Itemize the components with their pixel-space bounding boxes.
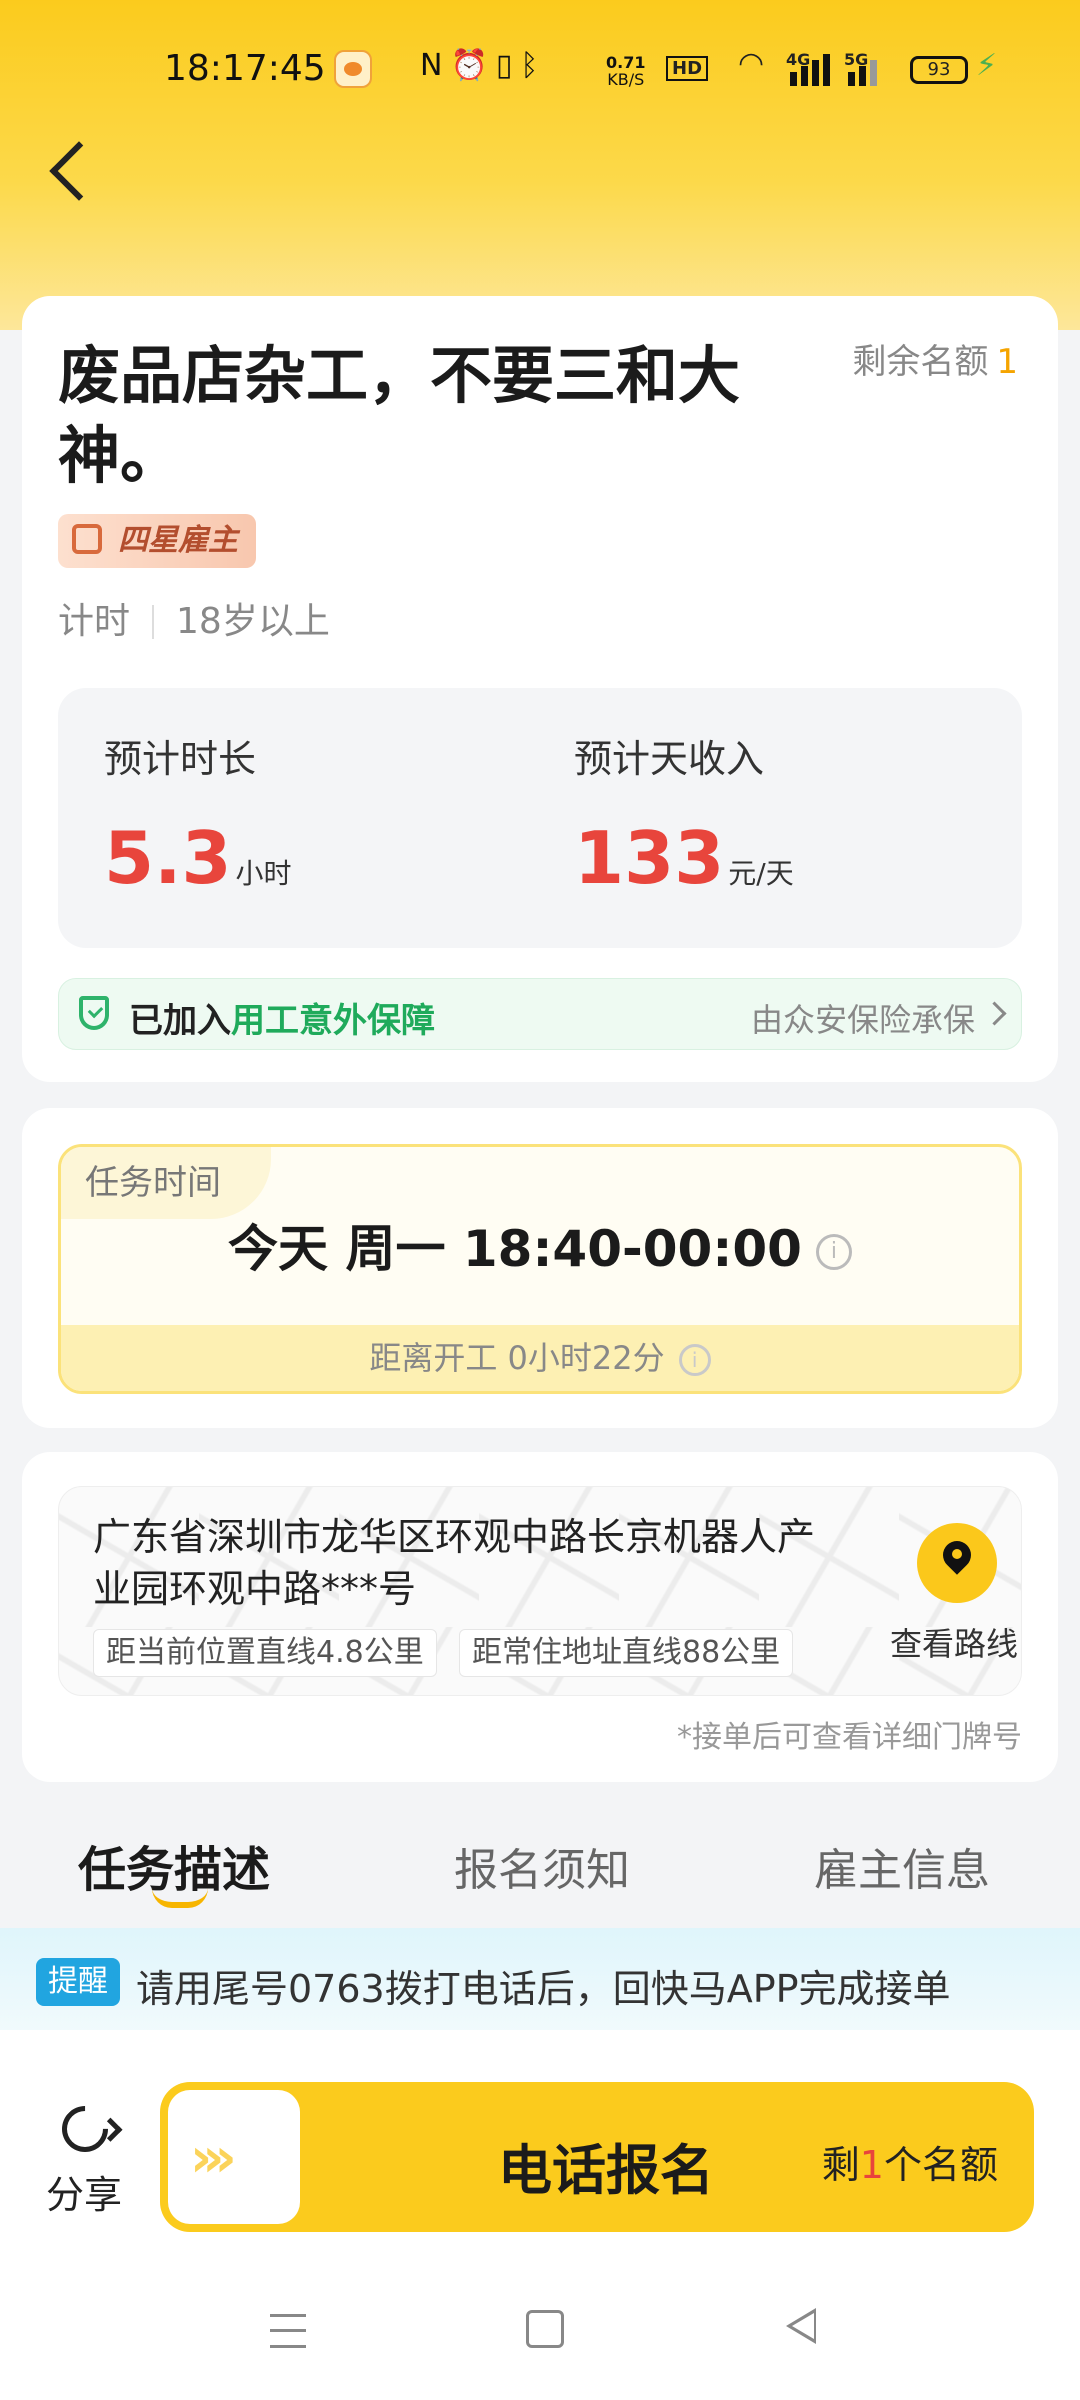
reminder-tag: 提醒 <box>36 1958 120 2006</box>
quota-label: 剩余名额 <box>852 342 989 382</box>
network-speed: 0.71 KB/S <box>606 54 645 88</box>
insurance-provider: 由众安保险承保 <box>750 1001 975 1039</box>
tab-signup-notice[interactable]: 报名须知 <box>454 1834 630 1898</box>
remaining-prefix: 剩 <box>821 2143 860 2187</box>
address-note: *接单后可查看详细门牌号 <box>677 1720 1022 1755</box>
signal-bar <box>848 72 855 86</box>
app-notification-icon <box>334 50 372 88</box>
view-route-button[interactable]: 查看路线 <box>869 1619 1021 1665</box>
signal-bar <box>870 60 877 86</box>
job-title: 废品店杂工，不要三和大神。 <box>58 339 741 492</box>
back-triangle-icon[interactable] <box>786 2308 816 2344</box>
task-time-box: 任务时间 今天 周一 18:40-00:00 i 距离开工 0小时22分 i <box>58 1144 1022 1394</box>
info-icon[interactable]: i <box>678 1344 711 1376</box>
menu-icon[interactable] <box>270 2314 306 2348</box>
address-map-box[interactable]: 广东省深圳市龙华区环观中路长京机器人产业园环观中路***号 距当前位置直线4.8… <box>58 1486 1022 1696</box>
income-label: 预计天收入 <box>574 737 765 781</box>
task-time-card: 任务时间 今天 周一 18:40-00:00 i 距离开工 0小时22分 i <box>22 1108 1058 1428</box>
map-pin-icon[interactable] <box>917 1523 997 1603</box>
insurance-title: 已加入用工意外保障 <box>129 993 435 1042</box>
star-employer-icon <box>72 524 102 554</box>
signal-bar <box>812 60 819 86</box>
status-time: 18:17:45 <box>164 48 326 89</box>
nfc-icon: N <box>420 48 451 83</box>
location-card: 广东省深圳市龙华区环观中路长京机器人产业园环观中路***号 距当前位置直线4.8… <box>22 1452 1058 1782</box>
share-button[interactable]: 分享 <box>46 2164 122 2219</box>
duration-label: 预计时长 <box>104 737 257 781</box>
signal-bar <box>823 54 830 86</box>
system-nav-bar <box>0 2290 1080 2380</box>
job-summary-card: 废品店杂工，不要三和大神。 剩余名额 1 四星雇主 计时 18岁以上 预计时长 5.… <box>22 296 1058 1082</box>
distance-current-chip: 距当前位置直线4.8公里 <box>93 1629 437 1677</box>
start-countdown: 距离开工 0小时22分 i <box>61 1325 1019 1391</box>
signal-bar <box>801 66 808 86</box>
remaining-quota: 剩余名额 1 <box>852 334 1018 383</box>
job-tags: 计时 18岁以上 <box>58 592 330 644</box>
tag-divider <box>152 605 155 639</box>
tag-age: 18岁以上 <box>176 601 330 642</box>
employer-badge: 四星雇主 <box>58 514 256 568</box>
countdown-text: 距离开工 0小时22分 <box>369 1339 665 1377</box>
network-speed-unit: KB/S <box>607 70 645 89</box>
income-value: 133 元/天 <box>574 816 794 900</box>
alarm-icon: ⏰ <box>450 48 496 83</box>
remaining-count: 1 <box>859 2143 884 2187</box>
insurance-banner[interactable]: 已加入用工意外保障 由众安保险承保 <box>58 978 1022 1050</box>
vibrate-icon: ▯ <box>495 48 521 83</box>
income-unit: 元/天 <box>728 857 794 890</box>
insurance-prefix: 已加入 <box>129 1001 231 1041</box>
tag-pay-type: 计时 <box>58 601 131 642</box>
duration-unit: 小时 <box>235 857 292 890</box>
signal-icon <box>790 72 797 86</box>
address-text: 广东省深圳市龙华区环观中路长京机器人产业园环观中路***号 <box>93 1515 816 1611</box>
chevrons-right-icon: ››› <box>190 2126 237 2189</box>
charging-icon: ⚡ <box>976 48 998 83</box>
task-time-value: 今天 周一 18:40-00:00 i <box>61 1209 1019 1281</box>
tab-employer-info[interactable]: 雇主信息 <box>814 1834 990 1898</box>
income-number: 133 <box>574 816 725 900</box>
phone-signup-button[interactable]: ››› 电话报名 剩1个名额 <box>160 2082 1034 2232</box>
battery-icon: 93 <box>910 56 968 84</box>
remaining-suffix: 个名额 <box>883 2143 998 2187</box>
cta-label: 电话报名 <box>498 2139 714 2202</box>
info-icon[interactable]: i <box>815 1234 852 1270</box>
status-bar: 18:17:45 N⏰▯ᛒ 0.71 KB/S HD ◠ 4G 5G 93 ⚡ <box>0 40 1080 110</box>
signal-bar <box>859 66 866 86</box>
distance-home-chip: 距常住地址直线88公里 <box>459 1629 794 1677</box>
active-tab-indicator <box>152 1888 208 1908</box>
status-icons: N⏰▯ᛒ <box>420 48 546 83</box>
employer-badge-label: 四星雇主 <box>118 523 238 558</box>
task-time-text: 今天 周一 18:40-00:00 <box>228 1220 802 1278</box>
remaining-slots: 剩1个名额 <box>822 2134 998 2189</box>
hd-icon: HD <box>666 56 709 81</box>
reminder-text: 请用尾号0763拨打电话后，回快马APP完成接单 <box>136 1967 951 2011</box>
insurance-name: 用工意外保障 <box>231 1001 435 1041</box>
home-icon[interactable] <box>526 2310 564 2348</box>
share-icon[interactable] <box>52 2096 118 2162</box>
bluetooth-icon: ᛒ <box>520 48 547 83</box>
shield-check-icon <box>79 996 109 1030</box>
duration-number: 5.3 <box>104 816 232 900</box>
estimate-panel: 预计时长 5.3 小时 预计天收入 133 元/天 <box>58 688 1022 948</box>
wifi-icon: ◠ <box>738 46 765 81</box>
duration-value: 5.3 小时 <box>104 816 292 900</box>
chevron-right-icon <box>982 1001 1007 1026</box>
slide-handle[interactable]: ››› <box>168 2090 300 2224</box>
quota-value: 1 <box>996 342 1018 382</box>
